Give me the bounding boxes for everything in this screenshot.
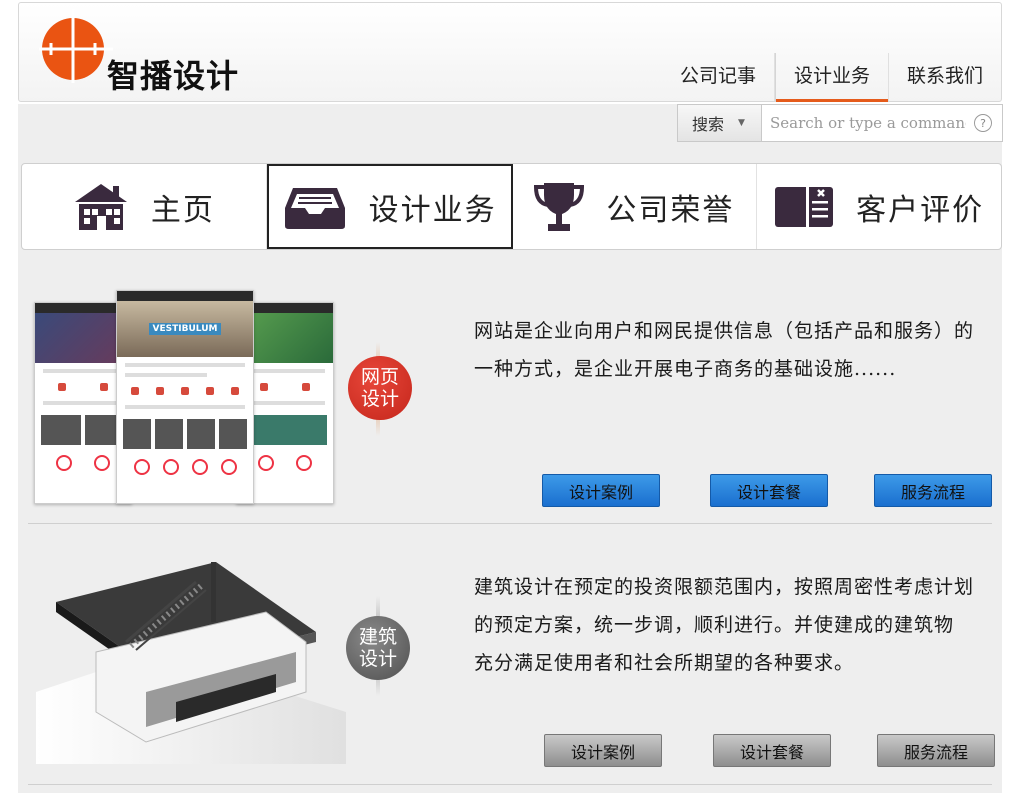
tab-label: 客户评价 (856, 192, 985, 228)
architecture-building-image (36, 562, 346, 764)
main-tab-bar: 主页 设计业务 公司荣誉 客户评价 (21, 163, 1002, 250)
section-divider (28, 523, 992, 524)
tab-design-services[interactable]: 设计业务 (266, 164, 513, 249)
web-design-section: VESTIBULUM 网页 设计 网站是企业向用户和网民提供信息（包括产品和服务… (28, 286, 992, 522)
search-scope-dropdown[interactable]: 搜索 ▼ (678, 105, 762, 141)
mockup-hero-text: VESTIBULUM (148, 323, 222, 335)
architecture-design-badge: 建筑 设计 (346, 616, 410, 680)
architecture-design-section: 建筑 设计 建筑设计在预定的投资限额范围内，按照周密性考虑计划 的预定方案，统一… (28, 538, 995, 782)
search-input[interactable] (762, 105, 974, 141)
section-divider (28, 784, 992, 785)
search-scope-label: 搜索 (692, 115, 725, 134)
design-packages-button[interactable]: 设计套餐 (713, 734, 831, 767)
brand-name[interactable]: 智播设计 (107, 51, 239, 97)
tab-label: 主页 (150, 192, 215, 228)
nav-item-company-notes[interactable]: 公司记事 (662, 53, 775, 101)
web-design-description: 网站是企业向用户和网民提供信息（包括产品和服务）的 一种方式，是企业开展电子商务… (474, 320, 975, 380)
nav-item-contact-us[interactable]: 联系我们 (889, 53, 1001, 101)
service-process-button[interactable]: 服务流程 (877, 734, 995, 767)
top-navigation: 公司记事 设计业务 联系我们 (662, 53, 1001, 102)
tab-label: 公司荣誉 (606, 192, 735, 228)
help-icon[interactable]: ? (974, 114, 992, 132)
logo-crosshair-icon (39, 9, 113, 83)
tab-home[interactable]: 主页 (22, 164, 267, 249)
tab-honors[interactable]: 公司荣誉 (513, 164, 758, 249)
tab-client-reviews[interactable]: 客户评价 (757, 164, 1001, 249)
house-icon (74, 183, 127, 230)
design-cases-button[interactable]: 设计案例 (544, 734, 662, 767)
web-design-badge: 网页 设计 (348, 356, 412, 420)
trophy-icon (534, 182, 585, 231)
service-process-button[interactable]: 服务流程 (874, 474, 992, 507)
design-cases-button[interactable]: 设计案例 (542, 474, 660, 507)
inbox-tray-icon (284, 187, 345, 229)
comment-card-icon (775, 186, 834, 227)
design-packages-button[interactable]: 设计套餐 (710, 474, 828, 507)
nav-item-design-services[interactable]: 设计业务 (774, 53, 889, 102)
web-design-mockup-image: VESTIBULUM (34, 288, 334, 504)
search-bar: 搜索 ▼ ? (677, 104, 1003, 142)
chevron-down-icon: ▼ (738, 118, 745, 128)
site-header: 智播设计 公司记事 设计业务 联系我们 (18, 2, 1002, 102)
tab-label: 设计业务 (368, 192, 497, 228)
architecture-design-description: 建筑设计在预定的投资限额范围内，按照周密性考虑计划 的预定方案，统一步调，顺利进… (474, 576, 975, 674)
